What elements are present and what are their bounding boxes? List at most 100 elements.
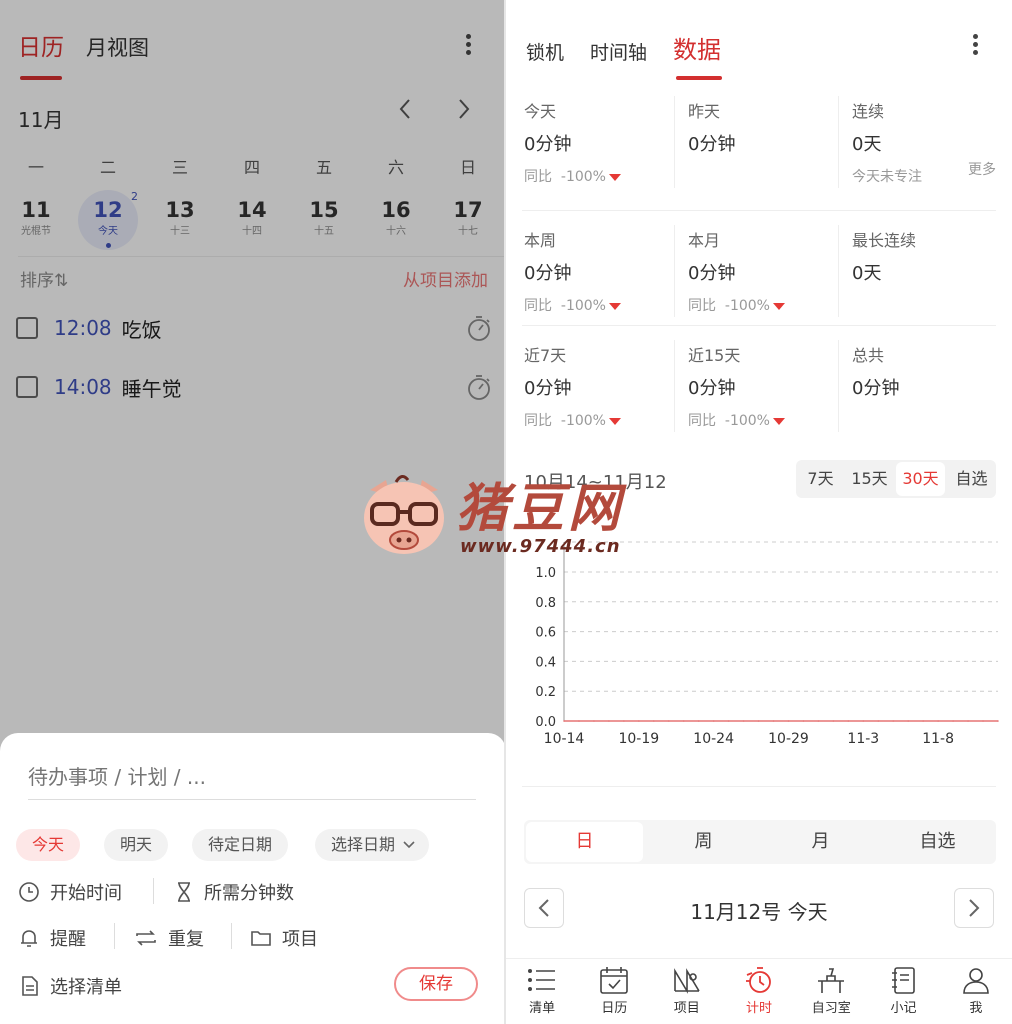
nav-label: 清单 [529,1001,556,1016]
reminder-option[interactable]: 提醒 [18,925,86,951]
stat-value: 0天 [852,134,882,155]
period-week[interactable]: 周 [645,820,762,864]
data-point [892,720,895,722]
focus-line-chart: 0.0 0.2 0.4 0.6 0.8 1.0 10-14 10-19 10-24 10-29 11… [535,541,999,747]
divider [838,96,839,188]
chip-select-date[interactable]: 选择日期 [315,829,430,861]
chip-tomorrow[interactable]: 明天 [104,829,169,861]
x-tick-label: 10-14 [544,731,585,747]
data-point [787,720,790,722]
divider [114,923,115,949]
x-tick-label: 11-8 [922,731,954,747]
save-button[interactable]: 保存 [394,967,478,1001]
chevron-down-icon [403,841,415,849]
more-menu-icon[interactable] [973,31,979,58]
period-custom[interactable]: 自选 [879,820,996,864]
clock-icon [19,882,39,902]
select-list-label: 选择清单 [50,977,122,998]
chip-select-date-label: 选择日期 [331,835,396,854]
notebook-icon [891,967,915,994]
nav-item-list[interactable]: 清单 [506,959,578,1024]
down-triangle-icon [608,173,621,181]
stat-label: 本月 [688,231,721,250]
bell-icon [21,930,37,947]
data-point [578,720,580,722]
nav-item-notes[interactable]: 小记 [867,959,939,1024]
chip-undecided-date[interactable]: 待定日期 [192,829,289,861]
nav-item-me[interactable]: 我 [940,959,1012,1024]
task-input[interactable] [28,765,476,800]
stats-grid: 今天 0分钟 同比 -100% 昨天 0分钟 连续 0天 今天未专注 更多 本周… [522,96,996,441]
reminder-label: 提醒 [50,929,86,950]
chevron-right-icon [969,899,980,917]
stat-value: 0分钟 [688,263,736,284]
stat-value: 0分钟 [688,134,736,155]
stat-last-15-days: 近15天 0分钟 同比 -100% [686,340,844,440]
period-day[interactable]: 日 [526,822,643,862]
data-point [667,720,670,722]
y-tick-label: 0.6 [535,626,556,641]
user-icon [963,968,989,994]
y-tick-label: 0.4 [535,655,556,670]
stats-row: 近7天 0分钟 同比 -100% 近15天 0分钟 同比 -100% 总共 0分… [522,326,996,441]
period-month[interactable]: 月 [762,820,879,864]
chip-today[interactable]: 今天 [16,829,81,861]
start-time-option[interactable]: 开始时间 [18,879,122,905]
stat-today: 今天 0分钟 同比 -100% [522,96,680,196]
stat-longest-streak: 最长连续 0天 [850,225,1008,325]
project-option[interactable]: 项目 [250,925,318,951]
nav-item-timer[interactable]: 计时 [723,959,795,1024]
add-task-sheet: 今天 明天 待定日期 选择日期 开始时间 所需分钟数 提醒 重复 项目 [0,733,506,1024]
nav-label: 小记 [890,1001,917,1016]
divider [838,340,839,432]
range-option-15d[interactable]: 15天 [845,460,894,498]
nav-label: 日历 [601,1001,628,1016]
tab-lock[interactable]: 锁机 [526,38,564,65]
data-point [982,720,984,722]
range-option-custom[interactable]: 自选 [947,460,996,498]
stat-label: 连续 [852,102,885,121]
selected-date-label: 11月12号 今天 [690,900,828,924]
nav-item-project[interactable]: 项目 [651,959,723,1024]
stats-panel: 锁机 时间轴 数据 今天 0分钟 同比 -100% 昨天 0分钟 连续 0天 今… [506,0,1012,1024]
nav-item-calendar[interactable]: 日历 [578,959,650,1024]
data-point [742,720,745,722]
x-tick-label: 10-29 [768,731,809,747]
data-point [608,720,610,722]
compare-label: 同比 [524,298,552,314]
stat-compare: 同比 -100% [524,295,680,315]
stat-compare: 同比 -100% [524,410,680,430]
tab-data[interactable]: 数据 [673,30,721,65]
compare-value: -100% [560,169,606,185]
period-selector: 日 周 月 自选 [524,820,996,864]
minutes-needed-option[interactable]: 所需分钟数 [174,879,294,905]
tab-timeline[interactable]: 时间轴 [590,38,647,65]
data-point [907,720,910,722]
next-day-button[interactable] [954,888,994,928]
bottom-navigation: 清单 日历 项目 计时 自习室 小记 我 [506,958,1012,1024]
stat-value: 0天 [852,263,882,284]
data-point [757,720,760,722]
compare-value: -100% [560,413,606,429]
repeat-option[interactable]: 重复 [134,925,204,951]
nav-item-study-room[interactable]: 自习室 [795,959,867,1024]
data-point [697,720,700,722]
stat-yesterday: 昨天 0分钟 [686,96,844,196]
range-option-7d[interactable]: 7天 [796,460,845,498]
y-tick-label: 0.8 [535,596,556,611]
down-triangle-icon [772,302,785,310]
divider [522,786,996,787]
more-link[interactable]: 更多 [968,159,996,179]
stat-label: 近15天 [688,346,741,365]
repeat-icon [136,930,156,946]
x-tick-label: 11-3 [847,731,879,747]
calendar-panel: 日历 月视图 11月 一 二 三 四 五 六 日 11 光棍节 12 今天 2 … [0,0,506,1024]
stat-label: 昨天 [688,102,721,121]
select-list-option[interactable]: 选择清单 [20,973,122,999]
focus-tabs: 锁机 时间轴 数据 [526,30,721,65]
y-tick-label: 0.0 [535,715,556,730]
data-point [967,720,969,722]
range-option-30d[interactable]: 30天 [896,462,945,496]
stat-value: 0分钟 [524,263,572,284]
hourglass-icon [178,882,190,902]
